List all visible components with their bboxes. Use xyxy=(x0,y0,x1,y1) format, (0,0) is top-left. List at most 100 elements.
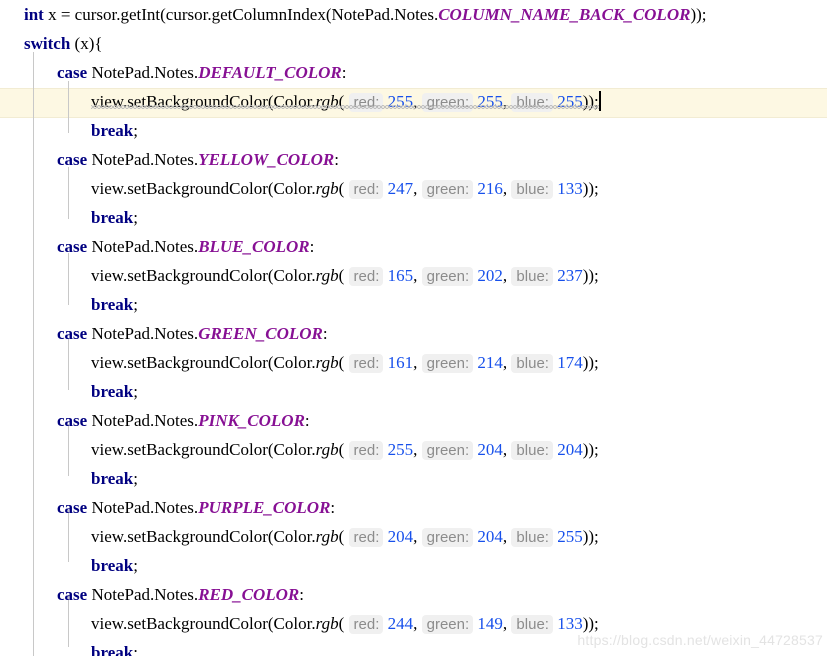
text-caret xyxy=(598,91,601,111)
method-token: rgb xyxy=(315,353,339,372)
number-token-blue: 237 xyxy=(557,266,583,285)
break-statement-line[interactable]: break; xyxy=(0,116,827,145)
number-token-red: 255 xyxy=(387,92,414,111)
inlay-param-hint-blue[interactable]: blue: xyxy=(511,354,553,373)
number-token-green: 202 xyxy=(477,266,503,285)
keyword-token: case xyxy=(57,498,88,517)
code-text: NotePad.Notes. xyxy=(87,498,199,517)
break-statement-line[interactable]: break; xyxy=(0,377,827,406)
code-text: NotePad.Notes. xyxy=(87,585,199,604)
number-token-red: 165 xyxy=(387,266,414,285)
code-text: ; xyxy=(133,469,138,488)
keyword-token: break xyxy=(91,208,134,227)
code-text: ; xyxy=(133,382,138,401)
code-text: NotePad.Notes. xyxy=(87,237,199,256)
inlay-param-hint-red[interactable]: red: xyxy=(348,180,384,199)
number-token-red: 244 xyxy=(387,614,414,633)
inlay-param-hint-green[interactable]: green: xyxy=(421,615,474,634)
code-text: NotePad.Notes. xyxy=(87,411,199,430)
code-text: (x){ xyxy=(70,34,103,53)
case-label-line[interactable]: case NotePad.Notes.PINK_COLOR: xyxy=(0,406,827,435)
inlay-param-hint-red[interactable]: red: xyxy=(348,267,384,286)
code-text: view.setBackgroundColor(Color. xyxy=(91,614,316,633)
statement-text: view.setBackgroundColor(Color.rgb( red: … xyxy=(91,440,599,460)
switch-case-blocks: case NotePad.Notes.DEFAULT_COLOR: view.se… xyxy=(0,58,827,656)
constant-token: COLUMN_NAME_BACK_COLOR xyxy=(438,5,691,24)
number-token-blue: 174 xyxy=(557,353,583,372)
inlay-param-hint-blue[interactable]: blue: xyxy=(511,93,553,112)
inlay-param-hint-blue[interactable]: blue: xyxy=(511,528,553,547)
keyword-token: case xyxy=(57,324,88,343)
keyword-token: break xyxy=(91,469,134,488)
statement-text: view.setBackgroundColor(Color.rgb( red: … xyxy=(91,266,599,286)
set-background-color-line[interactable]: view.setBackgroundColor(Color.rgb( red: … xyxy=(0,522,827,551)
code-text: ; xyxy=(133,556,138,575)
set-background-color-line[interactable]: view.setBackgroundColor(Color.rgb( red: … xyxy=(0,87,827,116)
keyword-token: switch xyxy=(24,34,71,53)
number-token-blue: 255 xyxy=(557,527,583,546)
break-statement-line[interactable]: break; xyxy=(0,551,827,580)
inlay-param-hint-blue[interactable]: blue: xyxy=(511,615,553,634)
break-statement-line[interactable]: break; xyxy=(0,464,827,493)
code-text: NotePad.Notes. xyxy=(87,150,199,169)
code-text: )); xyxy=(582,614,599,633)
code-line[interactable]: int x = cursor.getInt(cursor.getColumnIn… xyxy=(0,0,827,29)
set-background-color-line[interactable]: view.setBackgroundColor(Color.rgb( red: … xyxy=(0,261,827,290)
case-label-line[interactable]: case NotePad.Notes.YELLOW_COLOR: xyxy=(0,145,827,174)
inlay-param-hint-red[interactable]: red: xyxy=(348,528,384,547)
case-label-line[interactable]: case NotePad.Notes.BLUE_COLOR: xyxy=(0,232,827,261)
code-text: : xyxy=(341,63,347,82)
code-editor[interactable]: int x = cursor.getInt(cursor.getColumnIn… xyxy=(0,0,827,656)
keyword-token: break xyxy=(91,643,134,656)
code-text: )); xyxy=(582,179,599,198)
inlay-param-hint-blue[interactable]: blue: xyxy=(511,267,553,286)
case-label-line[interactable]: case NotePad.Notes.PURPLE_COLOR: xyxy=(0,493,827,522)
inlay-param-hint-green[interactable]: green: xyxy=(421,267,474,286)
code-line[interactable]: switch (x){ xyxy=(0,29,827,58)
inlay-param-hint-blue[interactable]: blue: xyxy=(511,180,553,199)
inlay-param-hint-green[interactable]: green: xyxy=(421,441,474,460)
inlay-param-hint-green[interactable]: green: xyxy=(421,528,474,547)
inlay-param-hint-green[interactable]: green: xyxy=(421,180,474,199)
number-token-red: 161 xyxy=(387,353,414,372)
inlay-param-hint-blue[interactable]: blue: xyxy=(511,441,553,460)
constant-token: GREEN_COLOR xyxy=(198,324,323,343)
case-label-line[interactable]: case NotePad.Notes.GREEN_COLOR: xyxy=(0,319,827,348)
constant-token: RED_COLOR xyxy=(198,585,300,604)
keyword-token: break xyxy=(91,556,134,575)
inlay-param-hint-red[interactable]: red: xyxy=(348,354,384,373)
break-statement-line[interactable]: break; xyxy=(0,203,827,232)
case-label-line[interactable]: case NotePad.Notes.DEFAULT_COLOR: xyxy=(0,58,827,87)
number-token-blue: 133 xyxy=(557,179,583,198)
code-content[interactable]: int x = cursor.getInt(cursor.getColumnIn… xyxy=(0,0,827,656)
inlay-param-hint-green[interactable]: green: xyxy=(421,354,474,373)
number-token-green: 255 xyxy=(477,92,503,111)
code-text: : xyxy=(334,150,339,169)
code-text: )); xyxy=(582,92,599,111)
inlay-param-hint-red[interactable]: red: xyxy=(348,441,384,460)
set-background-color-line[interactable]: view.setBackgroundColor(Color.rgb( red: … xyxy=(0,435,827,464)
case-label-line[interactable]: case NotePad.Notes.RED_COLOR: xyxy=(0,580,827,609)
inlay-param-hint-red[interactable]: red: xyxy=(348,93,384,112)
code-text: : xyxy=(322,324,328,343)
break-statement-line[interactable]: break; xyxy=(0,290,827,319)
keyword-token: break xyxy=(91,121,134,140)
inlay-param-hint-red[interactable]: red: xyxy=(348,615,384,634)
constant-token: YELLOW_COLOR xyxy=(198,150,335,169)
method-token: rgb xyxy=(315,92,339,111)
code-text: NotePad.Notes. xyxy=(87,63,199,82)
set-background-color-line[interactable]: view.setBackgroundColor(Color.rgb( red: … xyxy=(0,348,827,377)
number-token-blue: 204 xyxy=(557,440,583,459)
inlay-param-hint-green[interactable]: green: xyxy=(421,93,474,112)
set-background-color-line[interactable]: view.setBackgroundColor(Color.rgb( red: … xyxy=(0,174,827,203)
statement-text: view.setBackgroundColor(Color.rgb( red: … xyxy=(91,527,599,547)
method-token: rgb xyxy=(315,614,339,633)
